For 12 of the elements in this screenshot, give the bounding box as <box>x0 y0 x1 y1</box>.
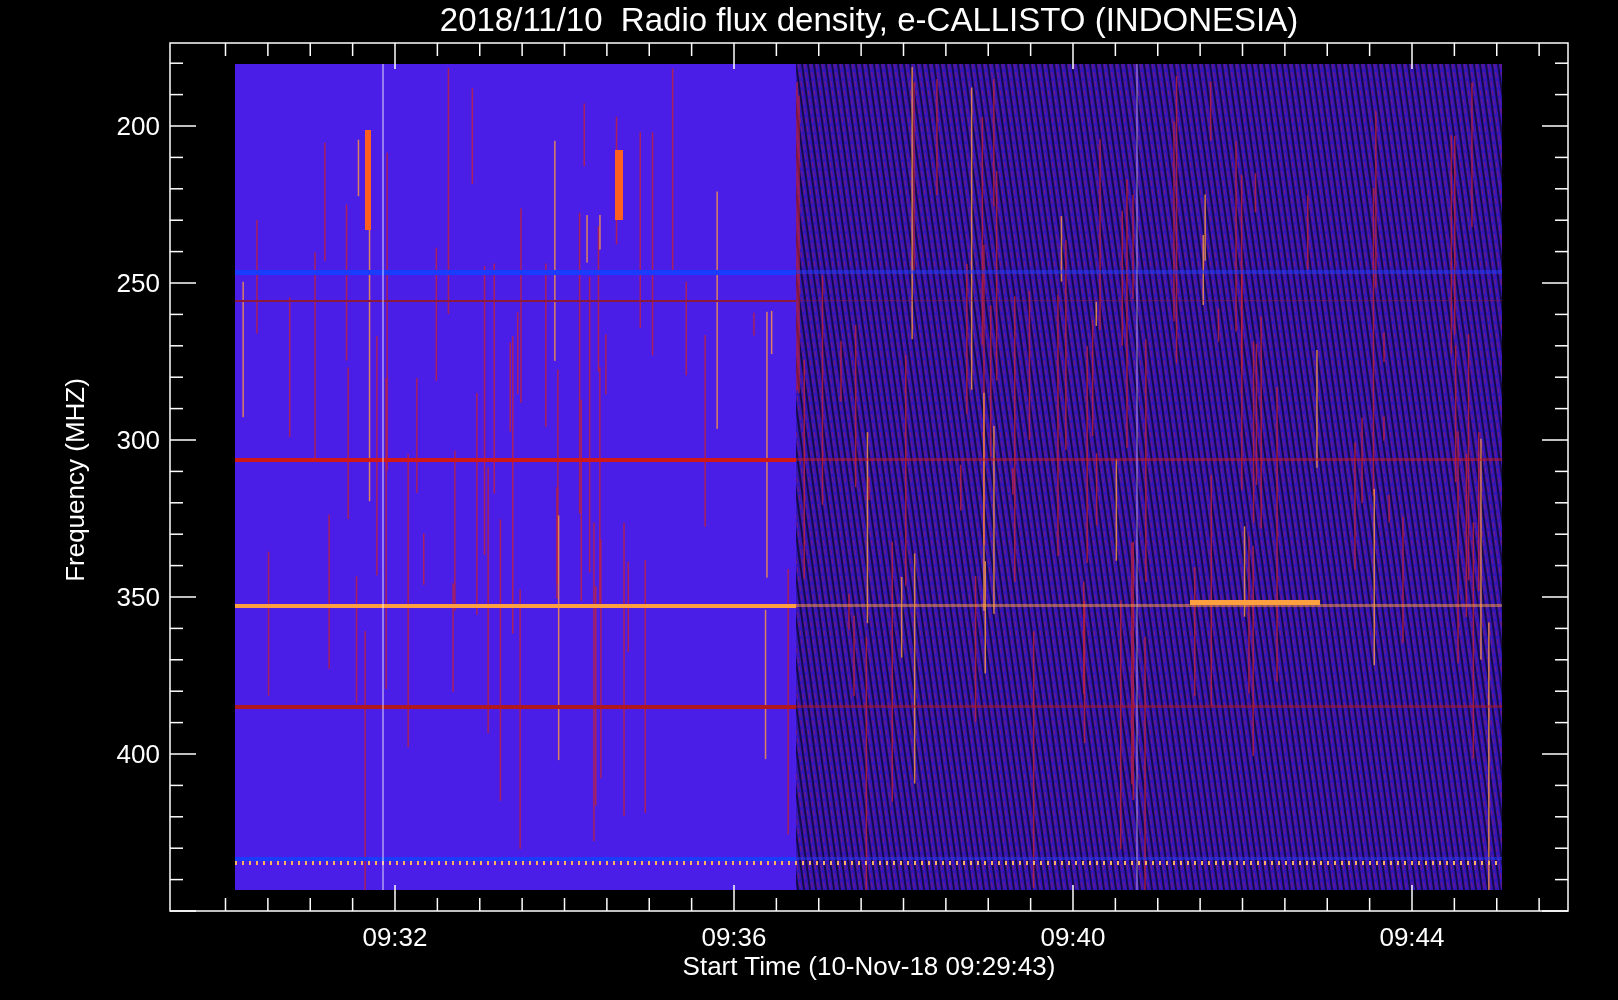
tick-label: 350 <box>116 582 160 612</box>
chart-title: 2018/11/10 Radio flux density, e-CALLISTO (INDONESIA) <box>439 1 1299 38</box>
tick-label: 400 <box>116 739 160 769</box>
axis-label: Start Time (10-Nov-18 09:29:43) <box>682 951 1056 981</box>
axis-label: Frequency (MHZ) <box>60 378 90 582</box>
tick-label: 250 <box>116 268 160 298</box>
tick-label: 09:40 <box>1040 922 1106 952</box>
tick-label: 200 <box>116 111 160 141</box>
tick-label: 09:32 <box>362 922 428 952</box>
tick-label: 300 <box>116 425 160 455</box>
tick-label: 09:44 <box>1379 922 1445 952</box>
tick-label: 09:36 <box>701 922 767 952</box>
